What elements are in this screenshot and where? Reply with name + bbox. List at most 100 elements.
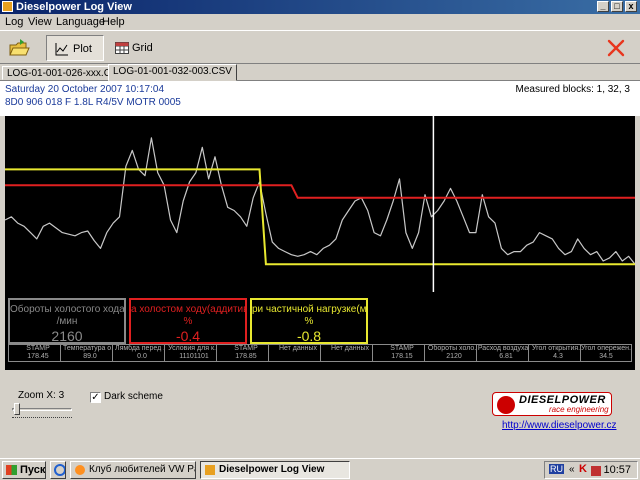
window-title: Dieselpower Log View: [16, 1, 132, 13]
menu-log[interactable]: Log: [5, 16, 23, 28]
app-window: Dieselpower Log View _ □ x Log View Lang…: [0, 0, 640, 458]
zoom-label: Zoom X: 3: [18, 390, 65, 401]
gauge-name: ри частичной нагрузке(мульт: [252, 304, 366, 315]
dieselpower-logo: DIESELPOWER race engineering: [492, 392, 612, 416]
mini-gauge-name: Угол открытия...: [532, 345, 584, 352]
menu-view[interactable]: View: [28, 16, 52, 28]
mini-gauge-name: Нет данных: [278, 345, 318, 352]
zoom-slider-thumb[interactable]: [14, 403, 20, 415]
task-browser[interactable]: Клуб любителей VW Pa...: [70, 461, 196, 479]
mini-gauge: Расход воздуха... 6.81: [476, 344, 536, 362]
log-info-bar: Saturday 20 October 2007 10:17:04 8D0 90…: [0, 80, 640, 116]
menu-bar: Log View Language Help: [0, 14, 640, 30]
log-date: Saturday 20 October 2007 10:17:04: [5, 84, 165, 95]
mini-gauge-value: 89.0: [83, 353, 97, 360]
tray-app-icon[interactable]: [591, 466, 601, 476]
task-log-view-label: Dieselpower Log View: [219, 464, 325, 475]
mini-gauge-name: Нет данных: [330, 345, 370, 352]
ie-icon: [54, 464, 65, 476]
mini-gauge-name: Расход воздуха...: [477, 345, 535, 352]
dark-scheme-checkbox[interactable]: ✓: [90, 392, 101, 403]
mini-gauge-name: STAMP: [234, 345, 258, 352]
gauge-value: -0.4: [175, 328, 201, 344]
minimize-button[interactable]: _: [597, 1, 609, 12]
plot-button[interactable]: Plot: [46, 35, 104, 61]
title-bar[interactable]: Dieselpower Log View _ □ x: [0, 0, 640, 14]
maximize-button[interactable]: □: [611, 1, 623, 12]
mini-gauge: Нет данных: [320, 344, 380, 362]
grid-icon: [115, 42, 129, 54]
mini-gauge: Обороты холо... 2120: [424, 344, 484, 362]
mini-gauge: Угол опережен... 34.5: [580, 344, 632, 362]
mini-gauge: Лямбда перед ... 0.0: [112, 344, 172, 362]
lang-indicator[interactable]: RU: [549, 464, 564, 474]
plot-area[interactable]: [4, 116, 636, 292]
mini-gauge-value: 0.0: [137, 353, 147, 360]
task-browser-label: Клуб любителей VW Pa...: [89, 464, 196, 475]
gauge-partload-trim: ри частичной нагрузке(мульт % -0.8: [250, 298, 368, 344]
start-button[interactable]: Пуск: [2, 461, 46, 479]
gauge-name: а холостом ходу(аддитивное: [131, 304, 245, 315]
gauge-value: 2160: [51, 328, 83, 344]
ie-quicklaunch[interactable]: [50, 461, 66, 479]
taskbar: Пуск Клуб любителей VW Pa... Dieselpower…: [0, 458, 640, 480]
zoom-slider-ticks: [12, 417, 72, 420]
gauge-name: Обороты холостого хода: [10, 304, 124, 315]
close-window-button[interactable]: x: [625, 1, 637, 12]
dark-scheme-label[interactable]: Dark scheme: [104, 391, 163, 402]
mini-gauge-value: 6.81: [499, 353, 513, 360]
plot-icon: [55, 43, 68, 56]
mini-gauge-value: 34.5: [599, 353, 613, 360]
ecu-id: 8D0 906 018 F 1.8L R4/5V MOTR 0005: [5, 97, 181, 108]
gauge-unit: %: [304, 316, 314, 327]
start-label: Пуск: [20, 464, 46, 476]
chart-svg[interactable]: [4, 116, 636, 292]
zoom-slider-track[interactable]: [12, 408, 72, 411]
red-x-icon: [607, 39, 625, 57]
gauge-idle-trim: а холостом ходу(аддитивное % -0.4: [129, 298, 247, 344]
website-link[interactable]: http://www.dieselpower.cz: [502, 420, 617, 431]
measured-blocks: Measured blocks: 1, 32, 3: [515, 84, 630, 95]
system-tray: RU « K 10:57: [544, 461, 638, 479]
mini-gauge-name: STAMP: [390, 345, 414, 352]
mini-gauge-name: Обороты холо...: [427, 345, 481, 352]
mini-gauge: Условия для к... 11101101: [164, 344, 224, 362]
folder-open-icon: [9, 39, 30, 56]
antivirus-icon[interactable]: K: [579, 463, 587, 475]
toolbar: Plot Grid: [0, 30, 640, 64]
clock: 10:57: [603, 464, 631, 476]
tab-log-032[interactable]: LOG-01-001-032-003.CSV: [108, 64, 237, 81]
mini-gauge-value: 4.3: [553, 353, 563, 360]
mini-gauge-name: Температура о...: [62, 345, 118, 352]
grid-label: Grid: [132, 42, 153, 54]
windows-flag-icon: [6, 465, 17, 475]
task-log-view[interactable]: Dieselpower Log View: [200, 461, 350, 479]
menu-help[interactable]: Help: [102, 16, 125, 28]
gauge-unit: %: [183, 316, 193, 327]
mini-gauge: STAMP 178.15: [372, 344, 432, 362]
grid-button[interactable]: Grid: [112, 35, 162, 61]
gauge-unit: /мин: [56, 316, 78, 327]
mini-gauge-name: Лямбда перед ...: [115, 345, 169, 352]
mini-gauge-value: 178.15: [391, 353, 413, 360]
log-tabs: LOG-01-001-026-xxx.CSV LOG-01-001-032-00…: [0, 64, 640, 81]
bottom-panel: Zoom X: 3 ✓ Dark scheme DIESELPOWER race…: [0, 370, 640, 458]
series-line-0: [4, 137, 636, 265]
mini-gauge-value: 2120: [446, 353, 462, 360]
gauge-value: -0.8: [296, 328, 322, 344]
menu-language[interactable]: Language: [56, 16, 105, 28]
mini-gauge-value: 178.85: [235, 353, 257, 360]
mini-gauge-name: STAMP: [26, 345, 50, 352]
mini-gauge-value: 11101101: [179, 353, 209, 360]
chevron-left-icon[interactable]: «: [569, 464, 575, 475]
open-button[interactable]: [8, 35, 34, 61]
app-icon: [205, 465, 215, 475]
mini-gauge-name: Условия для к...: [168, 345, 220, 352]
mini-gauge: Температура о... 89.0: [60, 344, 120, 362]
mini-gauge-name: Угол опережен...: [581, 345, 631, 352]
gauge-idle-rpm: Обороты холостого хода /мин 2160: [8, 298, 126, 344]
close-log-button[interactable]: [606, 35, 628, 61]
logo-mark-icon: [497, 396, 515, 414]
mini-gauge: STAMP 178.85: [216, 344, 276, 362]
mini-gauge-value: 178.45: [27, 353, 49, 360]
